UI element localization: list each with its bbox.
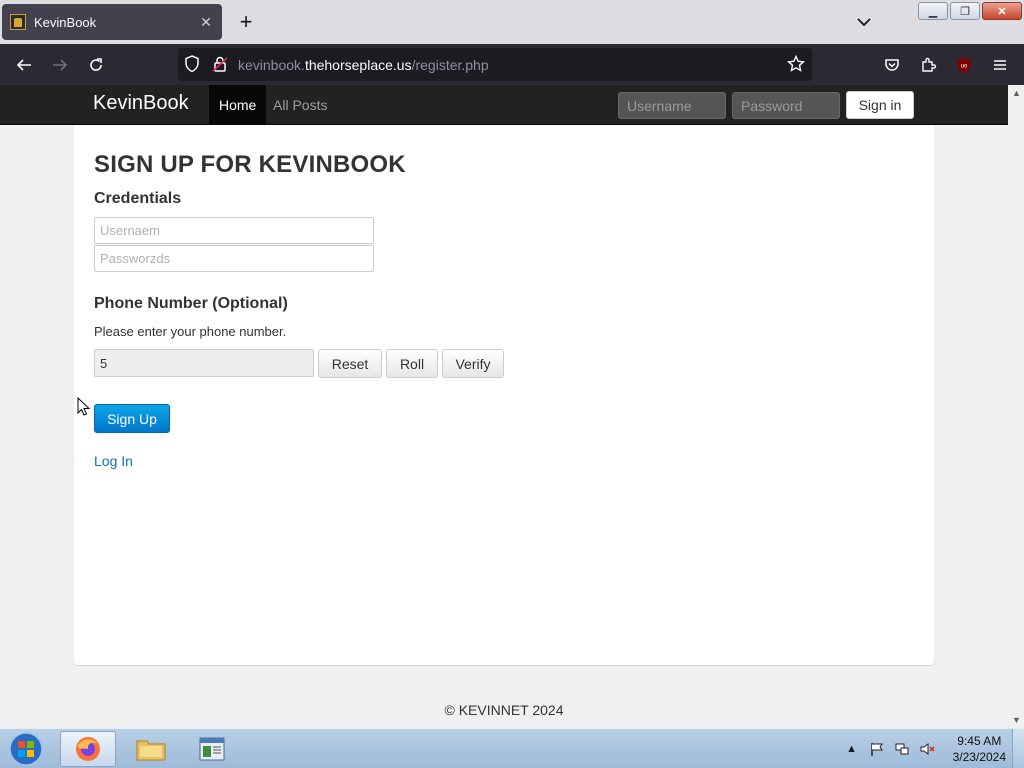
nav-username-input[interactable] — [618, 92, 726, 119]
scroll-down-icon[interactable]: ▼ — [1012, 716, 1021, 725]
minimize-icon[interactable]: ▁ — [918, 2, 948, 20]
tray-expand-icon[interactable]: ▲ — [843, 740, 861, 758]
footer-copyright: © KEVINNET 2024 — [444, 702, 564, 718]
clock-time: 9:45 AM — [957, 734, 1002, 748]
new-tab-button[interactable]: + — [234, 9, 258, 35]
browser-nav-bar: kevinbook.thehorseplace.us/register.php … — [0, 44, 1024, 85]
address-bar[interactable]: kevinbook.thehorseplace.us/register.php — [178, 48, 812, 81]
forward-arrow-icon[interactable] — [47, 52, 73, 78]
nav-link-all-posts[interactable]: All Posts — [263, 85, 337, 125]
hamburger-menu-icon[interactable] — [987, 52, 1013, 78]
system-clock[interactable]: 9:45 AM 3/23/2024 — [953, 733, 1006, 765]
windows-taskbar: ▲ 9:45 AM 3/23/2024 — [0, 728, 1024, 768]
log-in-link[interactable]: Log In — [94, 453, 133, 469]
taskbar-app[interactable] — [184, 731, 240, 767]
scroll-up-icon[interactable]: ▲ — [1012, 89, 1021, 98]
url-text: kevinbook.thehorseplace.us/register.php — [238, 57, 489, 73]
site-brand[interactable]: KevinBook — [93, 92, 189, 115]
url-path: /register.php — [411, 56, 489, 73]
window-controls: ▁ ❐ ✕ — [918, 2, 1022, 20]
action-center-flag-icon[interactable] — [868, 740, 886, 758]
insecure-lock-icon[interactable] — [210, 54, 230, 79]
windows-start-icon[interactable] — [6, 731, 46, 767]
password-field[interactable] — [94, 245, 374, 272]
close-tab-icon[interactable]: ✕ — [196, 14, 216, 31]
main-content: SIGN UP FOR KEVINBOOK Credentials Phone … — [74, 125, 934, 665]
shield-icon[interactable] — [182, 54, 202, 79]
credentials-heading: Credentials — [94, 190, 182, 207]
phone-help-text: Please enter your phone number. — [94, 324, 287, 339]
close-window-icon[interactable]: ✕ — [982, 2, 1022, 20]
phone-number-field[interactable] — [94, 349, 314, 377]
roll-button[interactable]: Roll — [386, 349, 438, 378]
sign-in-button[interactable]: Sign in — [846, 91, 914, 119]
tab-title: KevinBook — [34, 14, 97, 30]
svg-text:uo: uo — [961, 64, 968, 70]
url-host: thehorseplace.us — [304, 56, 412, 73]
taskbar-file-explorer[interactable] — [123, 731, 179, 767]
system-tray: ▲ 9:45 AM 3/23/2024 — [843, 729, 1006, 768]
network-icon[interactable] — [893, 740, 911, 758]
phone-heading: Phone Number (Optional) — [94, 295, 288, 312]
site-favicon-icon — [10, 14, 26, 30]
restore-icon[interactable]: ❐ — [950, 2, 980, 20]
nav-password-input[interactable] — [732, 92, 840, 119]
ublock-origin-icon[interactable]: uo — [951, 52, 977, 78]
taskbar-firefox[interactable] — [60, 731, 116, 767]
folder-icon — [136, 740, 166, 761]
page-title: SIGN UP FOR KEVINBOOK — [94, 151, 406, 178]
back-arrow-icon[interactable] — [11, 52, 37, 78]
mouse-cursor-icon — [77, 396, 91, 422]
browser-tab[interactable]: KevinBook ✕ — [2, 4, 222, 40]
reload-icon[interactable] — [83, 52, 109, 78]
bookmark-star-icon[interactable] — [786, 54, 806, 79]
verify-button[interactable]: Verify — [442, 349, 504, 378]
nav-link-home[interactable]: Home — [209, 85, 267, 125]
show-desktop-button[interactable] — [1012, 729, 1024, 768]
clock-date: 3/23/2024 — [952, 750, 1006, 764]
window-app-icon — [199, 737, 225, 761]
pocket-icon[interactable] — [879, 52, 905, 78]
username-field[interactable] — [94, 217, 374, 244]
reset-button[interactable]: Reset — [318, 349, 382, 378]
firefox-icon — [76, 737, 100, 761]
url-prefix: kevinbook. — [238, 56, 305, 73]
chevron-down-icon[interactable] — [852, 10, 876, 34]
page-scrollbar[interactable]: ▲ ▼ — [1008, 85, 1024, 728]
extensions-icon[interactable] — [915, 52, 941, 78]
site-navbar: KevinBook Home All Posts Sign in — [0, 85, 1008, 125]
volume-muted-icon[interactable] — [918, 740, 936, 758]
browser-tab-bar: KevinBook ✕ + ▁ ❐ ✕ — [0, 0, 1024, 44]
page-viewport: KevinBook Home All Posts Sign in SIGN UP… — [0, 85, 1008, 728]
sign-up-button[interactable]: Sign Up — [94, 404, 170, 433]
